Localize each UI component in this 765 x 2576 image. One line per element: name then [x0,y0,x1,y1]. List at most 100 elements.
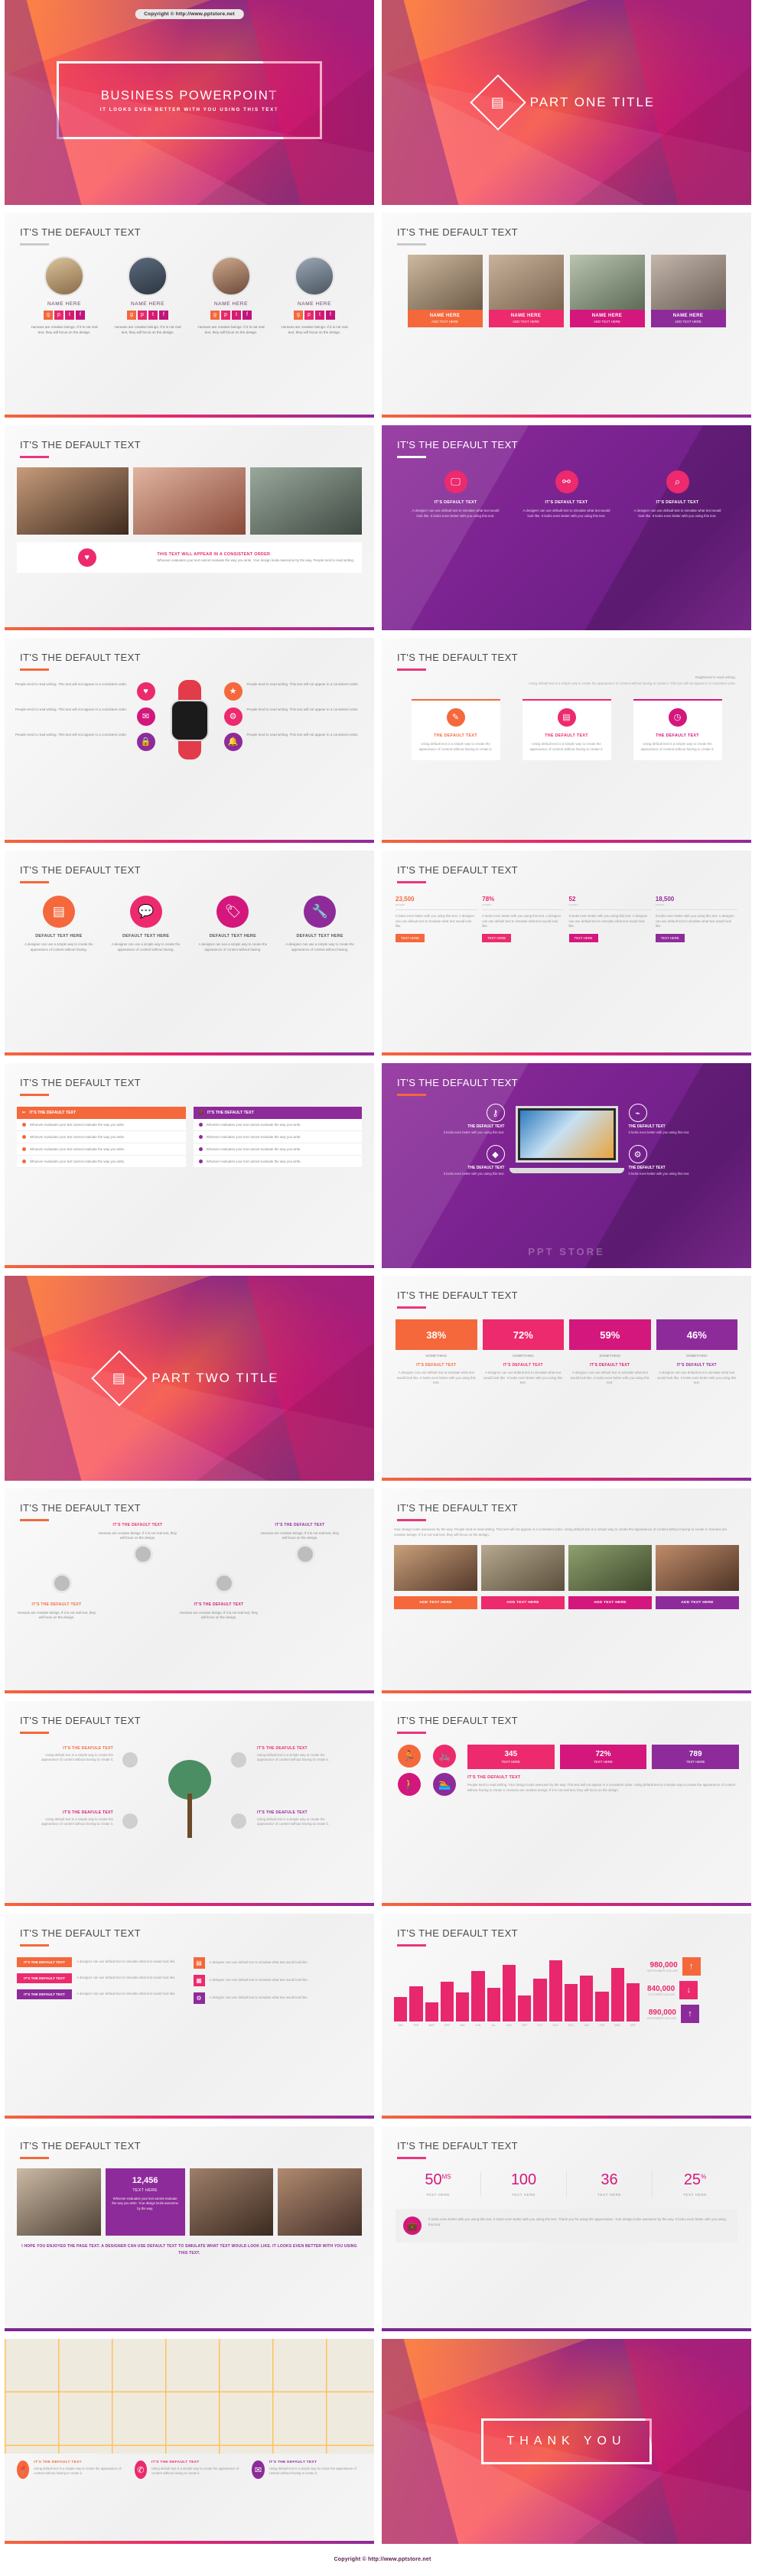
node[interactable] [295,1544,315,1564]
list-item[interactable]: Whoever evaluates your text cannot evalu… [17,1119,186,1131]
list-item[interactable]: 50MS TEXT HERE [396,2171,481,2197]
metric[interactable]: 789 TEXT HERE [652,1745,740,1769]
list-item[interactable]: 🔔 People tend to read writing. This text… [223,732,364,751]
stat-button[interactable]: TEXT HERE [568,933,598,942]
list-item[interactable]: IT'S THE DEAFULE TEXT Using default text… [257,1746,343,1763]
list-item[interactable]: ✉ IT'S THE DEFAULT TEXT Using default te… [252,2461,362,2479]
list-item[interactable]: 18,500 people It looks even better with … [655,896,737,943]
slide-team[interactable]: IT'S THE DEFAULT TEXT NAME HERE g p t f … [5,213,374,418]
list-item[interactable]: ⌁ THE DEFAULT TEXT It looks even better … [628,1104,741,1134]
twitter-icon[interactable]: t [315,311,324,320]
gallery-box[interactable]: 12,456 TEXT HERE Whoever evaluates your … [105,2168,185,2236]
list-item[interactable]: IT'S THE DEAFULE TEXT Using default text… [257,1810,343,1827]
slide-cover[interactable]: Copyright © http://www.pptstore.net BUSI… [5,0,374,205]
list-item[interactable]: People tend to read writing. This text w… [15,707,155,726]
list-item[interactable]: ▤ DEFAULT TEXT HERE A designer can use a… [19,896,99,953]
node[interactable] [214,1573,234,1593]
list-item[interactable]: 38% SOMETHING IT'S DEFAULT TEXT A design… [396,1319,477,1386]
slide-map[interactable]: 📍 IT'S THE DEFAULT TEXT Using default te… [5,2339,374,2544]
table-row[interactable]: ▦ A designer can use default text to sim… [193,1975,363,1986]
list-item[interactable]: NAME HERE g p t f Humans are creative be… [278,256,351,335]
list-item[interactable]: Whoever evaluates your text cannot evalu… [17,1131,186,1143]
list-item[interactable]: ✎ THE DEFAULT TEXT Using default text is… [411,698,500,760]
list-item[interactable]: Whoever evaluates your text cannot evalu… [17,1156,186,1168]
list-item[interactable]: IT'S THE DEFAULT TEXT Humans are creativ… [179,1602,259,1621]
table-row[interactable]: IT'S THE DEFAULT TEXT A designer can use… [17,1989,186,1999]
google-icon[interactable]: g [44,311,53,320]
list-item[interactable]: 📍 IT'S THE DEFAULT TEXT Using default te… [17,2461,127,2479]
slide-panels[interactable]: IT'S THE DEFAULT TEXT ✂ IT'S THE DEFAULT… [5,1063,374,1268]
list-item[interactable]: ◷ THE DEFAULT TEXT Using default text is… [633,698,722,760]
list-item[interactable]: IT'S THE DEFAULT TEXT Humans are creativ… [17,1602,96,1621]
slide-stats[interactable]: IT'S THE DEFAULT TEXT 23,500 people It l… [382,851,751,1055]
list-item[interactable]: ⚷ THE DEFAULT TEXT It looks even better … [392,1104,505,1134]
add-text-button[interactable]: ADD TEXT HERE [394,1596,477,1610]
slide-bignums[interactable]: IT'S THE DEFAULT TEXT 50MS TEXT HERE 100… [382,2126,751,2331]
table-row[interactable]: ⚙ A designer can use default text to sim… [193,1992,363,2004]
list-item[interactable]: IT'S THE DEAFULE TEXT Using default text… [28,1810,113,1827]
list-item[interactable]: IT'S THE DEFAULT TEXT Humans are creativ… [260,1523,340,1541]
list-item[interactable]: NAME HERE ADD TEXT HERE [569,255,645,327]
google-icon[interactable]: g [127,311,136,320]
google-icon[interactable]: g [294,311,303,320]
slide-photostrip[interactable]: IT'S THE DEFAULT TEXT ♥ THIS TEXT WILL A… [5,425,374,630]
slide-gallery[interactable]: IT'S THE DEFAULT TEXT 12,456 TEXT HERE W… [5,2126,374,2331]
node[interactable] [52,1573,72,1593]
list-item[interactable]: 🖵 IT'S DEFAULT TEXT A designer can use d… [412,470,500,519]
bicycle-icon[interactable]: 🚲 [433,1745,457,1768]
slide-four-icons[interactable]: IT'S THE DEFAULT TEXT ▤ DEFAULT TEXT HER… [5,851,374,1055]
list-item[interactable]: NAME HERE ADD TEXT HERE [650,255,726,327]
list-item[interactable]: 💬 DEFAULT TEXT HERE A designer can use a… [106,896,186,953]
list-item[interactable]: Whoever evaluates your text cannot evalu… [193,1119,362,1131]
facebook-icon[interactable]: f [243,311,252,320]
swimmer-icon[interactable]: 🏊 [433,1773,457,1796]
social-icons[interactable]: g p t f [28,311,101,320]
social-icons[interactable]: g p t f [195,311,268,320]
pinterest-icon[interactable]: p [54,311,63,320]
social-icons[interactable]: g p t f [112,311,184,320]
facebook-icon[interactable]: f [76,311,85,320]
metric[interactable]: 345 TEXT HERE [467,1745,555,1769]
kpi[interactable]: 840,000 OCTOBER DOLLAR ↓ [647,1981,739,1999]
table-row[interactable]: ▤ A designer can use default text to sim… [193,1957,363,1969]
table-row[interactable]: IT'S THE DEFAULT TEXT A designer can use… [17,1957,186,1967]
stat-button[interactable]: TEXT HERE [482,933,512,942]
node[interactable] [231,1752,246,1768]
slide-part-two[interactable]: ▤ PART TWO TITLE [5,1276,374,1481]
slide-percent[interactable]: IT'S THE DEFAULT TEXT 38% SOMETHING IT'S… [382,1276,751,1481]
list-item[interactable]: ★ People tend to read writing. This text… [223,681,364,701]
twitter-icon[interactable]: t [65,311,74,320]
list-item[interactable]: 25% TEXT HERE [653,2171,737,2197]
facebook-icon[interactable]: f [326,311,335,320]
stat-button[interactable]: TEXT HERE [396,933,425,942]
slide-cards[interactable]: IT'S THE DEFAULT TEXT NAME HERE ADD TEXT… [382,213,751,418]
node[interactable] [122,1752,138,1768]
list-item[interactable]: Whoever evaluates your text cannot evalu… [193,1143,362,1156]
list-item[interactable]: ▤ THE DEFAULT TEXT Using default text is… [522,698,611,760]
list-item[interactable]: 🏷 DEFAULT TEXT HERE A designer can use a… [193,896,272,953]
list-item[interactable]: 72% SOMETHING IT'S DEFAULT TEXT A design… [482,1319,564,1386]
bar-chart[interactable]: JAN FEB MAR APR MAY JUN JUL AUG SEP OCT NOV DEC JAN F… [394,1957,640,2028]
node[interactable] [122,1813,138,1829]
kpi[interactable]: 890,000 NOVEMBER DOLLAR ↑ [647,2005,739,2023]
list-item[interactable]: 100 TEXT HERE [481,2171,567,2197]
list-item[interactable]: 59% SOMETHING IT'S DEFAULT TEXT A design… [569,1319,651,1386]
list-item[interactable]: ⚙ People tend to read writing. This text… [223,707,364,726]
list-item[interactable]: IT'S THE DEFAULT TEXT Humans are creativ… [98,1523,177,1541]
list-item[interactable]: 23,500 people It looks even better with … [396,896,478,943]
list-item[interactable]: NAME HERE ADD TEXT HERE [407,255,483,327]
slide-three-cards[interactable]: IT'S THE DEFAULT TEXT Registered in read… [382,638,751,843]
google-icon[interactable]: g [210,311,220,320]
slide-part-one[interactable]: ▤ PART ONE TITLE [382,0,751,205]
list-item[interactable]: ⌕ IT'S DEFAULT TEXT A designer can use d… [633,470,722,519]
metric[interactable]: 72% TEXT HERE [559,1745,647,1769]
slide-chart[interactable]: IT'S THE DEFAULT TEXT JAN FEB MAR APR MAY JUN… [382,1914,751,2119]
pinterest-icon[interactable]: p [221,311,230,320]
list-item[interactable]: People tend to read writing. This text w… [15,732,155,751]
slide-purple-icons[interactable]: IT'S THE DEFAULT TEXT 🖵 IT'S DEFAULT TEX… [382,425,751,630]
list-item[interactable]: ✆ IT'S THE DEFAULT TEXT Using default te… [134,2461,245,2479]
list-item[interactable]: NAME HERE g p t f Humans are creative be… [195,256,268,335]
list-item[interactable]: 46% SOMETHING IT'S DEFAULT TEXT A design… [656,1319,737,1386]
list-item[interactable]: ◆ THE DEFAULT TEXT It looks even better … [392,1145,505,1176]
node[interactable] [133,1544,153,1564]
